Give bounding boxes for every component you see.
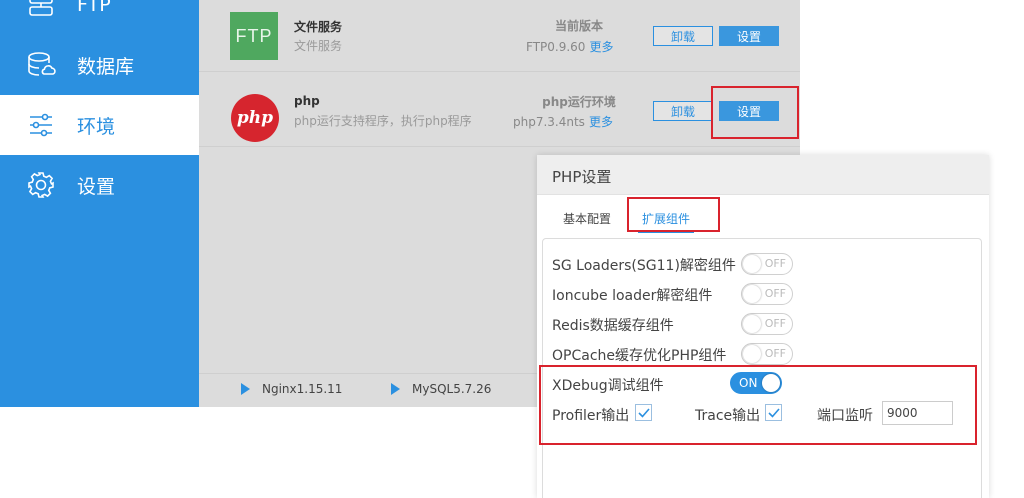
option-label: SG Loaders(SG11)解密组件 [552,258,736,274]
php-logo-icon: php [231,94,279,142]
sliders-icon [26,110,56,140]
highlight-box [711,86,799,139]
toggle-knob [743,255,761,273]
dialog-title: PHP设置 [552,168,612,186]
database-icon [26,50,56,80]
software-description: php运行支持程序，执行php程序 [294,114,472,128]
sidebar-item-environment[interactable]: 环境 [0,95,199,155]
option-label: Redis数据缓存组件 [552,318,674,334]
software-name: 文件服务 [294,20,343,34]
play-icon [391,383,400,395]
toggle-state: OFF [764,287,786,300]
uninstall-button[interactable]: 卸载 [653,101,713,121]
status-item-nginx[interactable]: Nginx1.15.11 [241,382,342,396]
toggle-ioncube[interactable]: OFF [741,283,793,305]
ftp-logo-icon: FTP [230,12,278,60]
sidebar-item-label: 设置 [77,175,116,198]
sidebar-item-label: FTP [77,0,111,16]
software-description: 文件服务 [294,39,343,53]
option-label: Ioncube loader解密组件 [552,288,713,304]
php-settings-dialog: PHP设置 基本配置 扩展组件 SG Loaders(SG11)解密组件 OFF… [537,155,989,498]
status-item-label: Nginx1.15.11 [262,382,343,396]
more-link[interactable]: 更多 [589,115,613,129]
tab-basic-config[interactable]: 基本配置 [563,210,611,227]
software-row-php: php php php运行支持程序，执行php程序 php运行环境 php7.3… [199,72,800,147]
version-text: php7.3.4nts 更多 [513,113,613,130]
toggle-knob [743,315,761,333]
toggle-sg-loaders[interactable]: OFF [741,253,793,275]
gear-icon [26,170,56,200]
sidebar-item-ftp[interactable]: FTP [0,0,199,35]
toggle-state: OFF [764,317,786,330]
ftp-icon [26,0,56,20]
toggle-knob [743,345,761,363]
sidebar-item-database[interactable]: 数据库 [0,35,199,95]
toggle-opcache[interactable]: OFF [741,343,793,365]
status-item-label: MySQL5.7.26 [412,382,492,396]
toggle-state: OFF [764,347,786,360]
sidebar-item-label: 环境 [77,115,116,138]
status-item-mysql[interactable]: MySQL5.7.26 [391,382,491,396]
toggle-redis[interactable]: OFF [741,313,793,335]
sidebar-item-settings[interactable]: 设置 [0,155,199,215]
sidebar-item-label: 数据库 [77,55,135,78]
more-link[interactable]: 更多 [589,40,613,54]
highlight-box [627,197,720,232]
option-label: OPCache缓存优化PHP组件 [552,348,727,364]
uninstall-button[interactable]: 卸载 [653,26,713,46]
version-value: FTP0.9.60 [526,40,586,54]
play-icon [241,383,250,395]
dialog-header: PHP设置 [537,155,989,195]
highlight-box [539,365,977,445]
sidebar: FTP 数据库 环境 设置 [0,0,199,407]
version-value: php7.3.4nts [513,115,585,129]
software-row-ftp: FTP 文件服务 文件服务 当前版本 FTP0.9.60 更多 卸载 设置 [199,0,800,72]
version-title: 当前版本 [554,19,603,33]
version-title: php运行环境 [542,95,616,109]
settings-button[interactable]: 设置 [719,26,779,46]
toggle-state: OFF [764,257,786,270]
software-name: php [294,94,320,108]
version-text: FTP0.9.60 更多 [526,38,613,55]
toggle-knob [743,285,761,303]
